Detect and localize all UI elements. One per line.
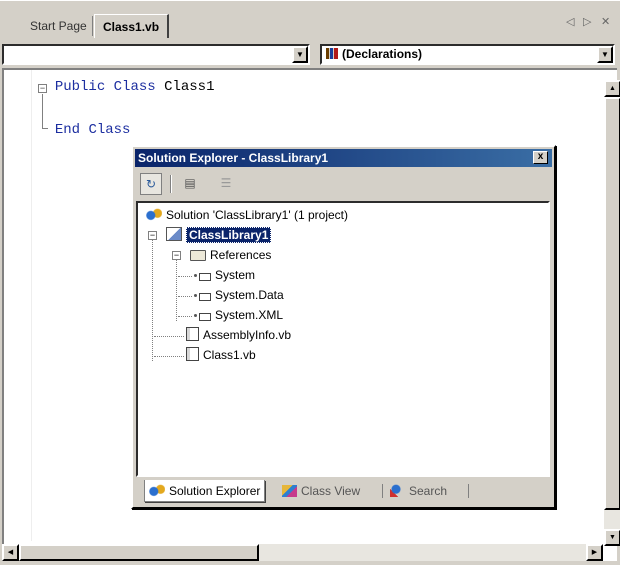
tree-node-label: System [215, 268, 256, 282]
keyword: Public [54, 79, 106, 95]
close-tab-icon[interactable]: ✕ [601, 15, 610, 28]
code-line-2[interactable]: End Class [38, 122, 131, 138]
tree-node-reference[interactable]: System.XML [194, 305, 283, 325]
tree-node-solution[interactable]: Solution 'ClassLibrary1' (1 project) [146, 205, 348, 225]
tab-class1-vb[interactable]: Class1.vb [94, 14, 170, 38]
tree-line [178, 296, 192, 297]
solution-icon [146, 207, 162, 221]
bullet-icon [194, 274, 197, 277]
vb-file-icon [186, 327, 199, 341]
keyword: Class [88, 122, 131, 138]
vertical-scroll-thumb[interactable] [604, 97, 620, 510]
search-icon [390, 484, 405, 497]
tree-node-references[interactable]: References [190, 245, 271, 265]
properties-icon[interactable]: ▤ [179, 173, 201, 195]
chevron-down-icon[interactable]: ▼ [292, 46, 308, 63]
tree-node-file[interactable]: AssemblyInfo.vb [186, 325, 291, 345]
bullet-icon [194, 294, 197, 297]
code-line-1[interactable]: Public Class Class1 [38, 79, 215, 95]
vb-file-icon [186, 347, 199, 361]
tab-label: Search [409, 484, 448, 498]
refresh-icon[interactable]: ↻ [140, 173, 162, 195]
reference-icon [199, 293, 211, 301]
tree-line [154, 356, 184, 357]
method-name-value: (Declarations) [326, 47, 422, 62]
editor-gutter [4, 70, 32, 541]
tab-class-view[interactable]: Class View [278, 480, 364, 502]
nav-next-icon[interactable]: ▷ [583, 15, 591, 28]
solution-icon [149, 483, 165, 497]
tree-node-label: System.Data [215, 288, 284, 302]
class-name-dropdown[interactable]: ▼ [2, 44, 310, 65]
reference-icon [199, 273, 211, 281]
collapse-icon[interactable]: − [148, 231, 157, 240]
tree-node-label: ClassLibrary1 [186, 227, 272, 243]
nav-prev-icon[interactable]: ◁ [566, 15, 574, 28]
method-name-dropdown[interactable]: (Declarations) ▼ [320, 44, 615, 65]
tree-line [154, 336, 184, 337]
close-icon[interactable]: x [533, 151, 548, 164]
scroll-left-icon[interactable]: ◀ [2, 544, 19, 561]
reference-icon [199, 313, 211, 321]
chevron-down-icon[interactable]: ▼ [597, 46, 613, 63]
horizontal-scrollbar[interactable]: ◀ ▶ [2, 544, 603, 561]
tab-solution-explorer[interactable]: Solution Explorer [144, 480, 266, 502]
tab-search[interactable]: Search [386, 480, 451, 502]
tab-separator [468, 484, 469, 498]
document-tab-strip: Start Page Class1.vb ◁ ▷ ✕ [0, 0, 620, 40]
collapse-icon[interactable]: − [172, 251, 181, 260]
tree-line [178, 276, 192, 277]
solution-tree[interactable]: Solution 'ClassLibrary1' (1 project) − C… [136, 201, 550, 477]
tree-node-project[interactable]: ClassLibrary1 [166, 225, 272, 245]
tab-label: Solution Explorer [169, 484, 261, 498]
scroll-up-icon[interactable]: ▲ [604, 80, 620, 97]
tool-window-tabs: Solution Explorer Class View Search [136, 479, 550, 503]
tree-line [176, 257, 177, 321]
class-view-icon [282, 485, 297, 497]
keyword: Class [113, 79, 156, 95]
tree-node-label: AssemblyInfo.vb [203, 328, 292, 342]
references-folder-icon [190, 250, 206, 261]
vb-project-icon [166, 227, 182, 241]
tab-label: Class View [301, 484, 361, 498]
tree-node-label: Class1.vb [203, 348, 256, 362]
tree-line [178, 316, 192, 317]
solution-explorer-window: Solution Explorer - ClassLibrary1 x ↻ ▤ … [131, 145, 556, 509]
tree-node-reference[interactable]: System [194, 265, 255, 285]
solution-explorer-title[interactable]: Solution Explorer - ClassLibrary1 [135, 149, 552, 167]
tree-node-file[interactable]: Class1.vb [186, 345, 256, 365]
tree-node-label: References [210, 248, 272, 262]
tree-node-label: System.XML [215, 308, 284, 322]
scroll-down-icon[interactable]: ▼ [604, 529, 620, 546]
bullet-icon [194, 314, 197, 317]
vertical-scrollbar[interactable]: ▲ ▼ [603, 80, 620, 546]
tree-line [152, 237, 153, 361]
tab-separator [382, 484, 383, 498]
declarations-icon [326, 48, 338, 59]
declarations-label: (Declarations) [342, 47, 423, 61]
tree-node-label: Solution 'ClassLibrary1' (1 project) [166, 208, 348, 222]
tree-node-reference[interactable]: System.Data [194, 285, 284, 305]
class-identifier: Class1 [164, 79, 215, 95]
tab-separator [92, 16, 93, 36]
horizontal-scroll-thumb[interactable] [19, 544, 259, 561]
show-all-files-icon[interactable]: ☰ [215, 173, 237, 195]
tab-start-page[interactable]: Start Page [22, 14, 95, 38]
toolbar-separator [170, 175, 172, 193]
keyword: End [54, 122, 81, 138]
scroll-right-icon[interactable]: ▶ [586, 544, 603, 561]
